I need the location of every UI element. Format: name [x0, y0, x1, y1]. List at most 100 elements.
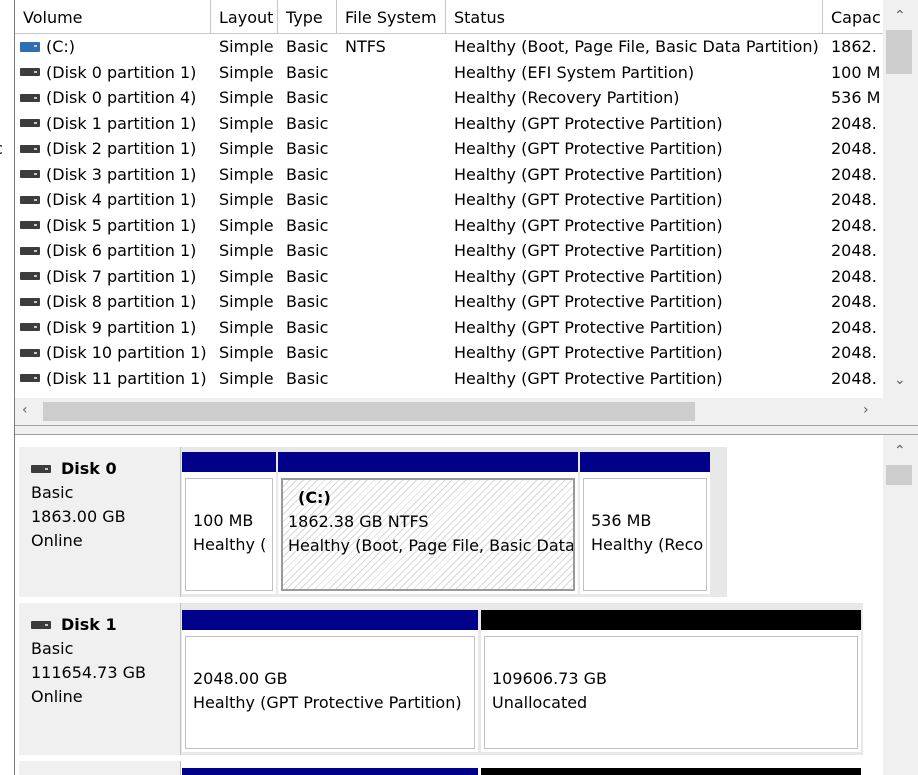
table-row[interactable]: (Disk 5 partition 1) Simple Basic Healthy (… [15, 213, 883, 239]
list-horizontal-scrollbar[interactable]: ‹ › [15, 398, 918, 425]
type-cell: Basic [286, 368, 329, 388]
partition-color-bar [481, 610, 861, 630]
table-row[interactable]: (Disk 7 partition 1) Simple Basic Healthy (… [15, 264, 883, 290]
table-row[interactable]: (Disk 0 partition 4) Simple Basic Healthy (… [15, 85, 883, 111]
layout-cell: Simple [219, 292, 274, 312]
chevron-left-icon[interactable]: ‹ [22, 402, 28, 418]
chevron-up-icon[interactable]: ⌃ [894, 8, 906, 24]
table-row[interactable]: (Disk 6 partition 1) Simple Basic Healthy (… [15, 238, 883, 264]
disk-drive-icon [20, 246, 40, 255]
disk-type: Basic [31, 639, 74, 658]
disk-2-partition-1[interactable] [182, 768, 478, 775]
status-cell: Healthy (GPT Protective Partition) [454, 317, 723, 337]
disk-1-partition-1[interactable]: 2048.00 GB Healthy (GPT Protective Parti… [182, 610, 478, 752]
volume-name: (Disk 11 partition 1) [46, 368, 207, 388]
status-cell: Healthy (GPT Protective Partition) [454, 164, 723, 184]
layout-cell: Simple [219, 62, 274, 82]
column-headers: Volume Layout Type File System Status Ca… [15, 0, 883, 34]
disk-drive-icon [20, 41, 40, 52]
scroll-thumb[interactable] [886, 465, 912, 485]
left-window-edge: ) c [0, 0, 14, 775]
table-row[interactable]: (Disk 11 partition 1) Simple Basic Healthy … [15, 366, 883, 392]
scroll-thumb[interactable] [886, 30, 912, 74]
volume-cell: (Disk 3 partition 1) [15, 165, 211, 184]
table-row[interactable]: (Disk 9 partition 1) Simple Basic Healthy (… [15, 315, 883, 341]
table-row[interactable]: (Disk 2 partition 1) Simple Basic Healthy (… [15, 136, 883, 162]
type-cell: Basic [286, 88, 329, 108]
disk-graphical-view: Disk 0 Basic 1863.00 GB Online 100 MB He… [15, 435, 883, 775]
col-header-file-system[interactable]: File System [337, 0, 446, 34]
disk-view-vertical-scrollbar[interactable]: ⌃ [883, 435, 918, 775]
col-header-layout[interactable]: Layout [211, 0, 278, 34]
volume-name: (Disk 1 partition 1) [46, 113, 197, 133]
type-cell: Basic [286, 190, 329, 210]
disk-size: 1863.00 GB [31, 507, 126, 526]
disk-2-unallocated[interactable] [481, 768, 861, 775]
disk-0-partition-1[interactable]: 100 MB Healthy ( [182, 452, 276, 594]
table-row[interactable]: (Disk 0 partition 1) Simple Basic Healthy (… [15, 60, 883, 86]
capacity-cell: 2048. [831, 113, 877, 133]
partition-status: Healthy (GPT Protective Partition) [193, 693, 462, 712]
table-row[interactable]: (Disk 10 partition 1) Simple Basic Healthy … [15, 340, 883, 366]
col-header-type[interactable]: Type [278, 0, 337, 34]
type-cell: Basic [286, 343, 329, 363]
type-cell: Basic [286, 317, 329, 337]
status-cell: Healthy (GPT Protective Partition) [454, 139, 723, 159]
volume-name: (Disk 10 partition 1) [46, 343, 207, 363]
volume-cell: (Disk 6 partition 1) [15, 241, 211, 260]
volume-name: (Disk 2 partition 1) [46, 139, 197, 159]
volume-cell: (Disk 10 partition 1) [15, 343, 211, 362]
layout-cell: Simple [219, 266, 274, 286]
partition-status: Unallocated [492, 693, 588, 712]
disk-2-label[interactable] [19, 761, 181, 775]
disk-0-partition-4[interactable]: 536 MB Healthy (Reco [580, 452, 710, 594]
status-cell: Healthy (GPT Protective Partition) [454, 266, 723, 286]
disk-size: 111654.73 GB [31, 663, 146, 682]
table-row[interactable]: (Disk 1 partition 1) Simple Basic Healthy (… [15, 111, 883, 137]
col-header-status[interactable]: Status [446, 0, 823, 34]
type-cell: Basic [286, 113, 329, 133]
volume-cell: (Disk 4 partition 1) [15, 190, 211, 209]
type-cell: Basic [286, 241, 329, 261]
status-cell: Healthy (GPT Protective Partition) [454, 292, 723, 312]
disk-drive-icon [20, 144, 40, 153]
partition-color-bar [182, 452, 276, 472]
capacity-cell: 2048. [831, 343, 877, 363]
file-system-cell: NTFS [345, 37, 386, 57]
chevron-right-icon[interactable]: › [863, 402, 869, 418]
volume-cell: (Disk 9 partition 1) [15, 318, 211, 337]
table-row[interactable]: (Disk 8 partition 1) Simple Basic Healthy (… [15, 289, 883, 315]
volume-list[interactable]: Volume Layout Type File System Status Ca… [15, 0, 918, 425]
col-header-capacity[interactable]: Capac [823, 0, 883, 34]
scroll-thumb[interactable] [43, 402, 695, 421]
list-vertical-scrollbar[interactable]: ⌃ ⌄ [883, 0, 918, 398]
volume-name: (C:) [46, 37, 76, 57]
partition-size: 2048.00 GB [193, 669, 288, 688]
layout-cell: Simple [219, 241, 274, 261]
chevron-down-icon[interactable]: ⌄ [894, 372, 906, 388]
volume-name: (Disk 4 partition 1) [46, 190, 197, 210]
partition-label [492, 643, 857, 667]
volume-cell: (C:) [15, 37, 211, 56]
pane-splitter[interactable] [15, 425, 918, 435]
disk-1-label[interactable]: Disk 1 Basic 111654.73 GB Online [19, 603, 181, 755]
layout-cell: Simple [219, 37, 274, 57]
partition-size: 100 MB [193, 511, 254, 530]
type-cell: Basic [286, 266, 329, 286]
type-cell: Basic [286, 139, 329, 159]
col-header-volume[interactable]: Volume [15, 0, 211, 34]
volume-cell: (Disk 0 partition 4) [15, 88, 211, 107]
chevron-up-icon[interactable]: ⌃ [894, 443, 906, 459]
disk-1-unallocated[interactable]: 109606.73 GB Unallocated [481, 610, 861, 752]
table-row[interactable]: (C:) Simple Basic NTFS Healthy (Boot, Page F… [15, 34, 883, 60]
status-cell: Healthy (EFI System Partition) [454, 62, 695, 82]
table-row[interactable]: (Disk 4 partition 1) Simple Basic Healthy (… [15, 187, 883, 213]
disk-drive-icon [20, 374, 40, 383]
disk-0-label[interactable]: Disk 0 Basic 1863.00 GB Online [19, 447, 181, 597]
partition-size: 109606.73 GB [492, 669, 607, 688]
capacity-cell: 2048. [831, 292, 877, 312]
volume-cell: (Disk 0 partition 1) [15, 63, 211, 82]
status-cell: Healthy (GPT Protective Partition) [454, 343, 723, 363]
table-row[interactable]: (Disk 3 partition 1) Simple Basic Healthy (… [15, 162, 883, 188]
disk-0-partition-c[interactable]: (C:) 1862.38 GB NTFS Healthy (Boot, Page… [278, 452, 578, 594]
